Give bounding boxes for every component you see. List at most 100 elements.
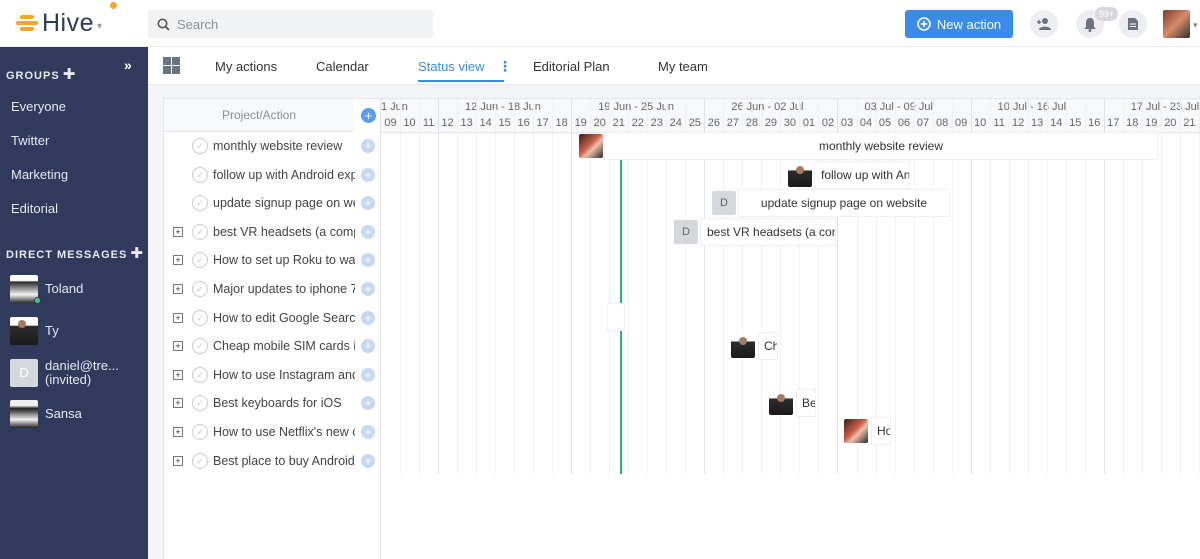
check-circle-icon[interactable]: ✓	[192, 223, 208, 240]
check-circle-icon[interactable]: ✓	[192, 138, 208, 154]
dm-sansa[interactable]: Sansa	[10, 400, 82, 428]
add-group-icon[interactable]: ✚	[63, 66, 77, 83]
action-bar[interactable]: best VR headsets (a comparison)	[701, 219, 835, 245]
action-title[interactable]: How to use Instagram and	[213, 368, 355, 382]
action-bar[interactable]: How to use Netflix	[872, 418, 890, 444]
table-row[interactable]: + ✓ How to set up Roku to watch +	[164, 246, 381, 274]
action-bar-marker[interactable]	[608, 304, 624, 330]
collapse-sidebar-icon[interactable]: »	[124, 57, 132, 73]
assignee-avatar[interactable]: D	[712, 191, 736, 215]
action-bar[interactable]: follow up with Android	[815, 162, 909, 188]
sidebar-item-everyone[interactable]: Everyone	[11, 99, 66, 114]
table-row[interactable]: + ✓ How to use Netflix's new offline +	[164, 418, 381, 446]
table-row[interactable]: + ✓ How to edit Google Search +	[164, 304, 381, 332]
add-action-icon[interactable]: +	[361, 108, 376, 123]
tab-calendar[interactable]: Calendar	[316, 59, 369, 74]
sidebar-item-editorial[interactable]: Editorial	[11, 201, 58, 216]
expand-icon[interactable]: +	[173, 427, 183, 437]
check-circle-icon[interactable]: ✓	[192, 166, 208, 183]
expand-icon[interactable]: +	[173, 284, 183, 294]
action-title[interactable]: Best place to buy Android	[213, 454, 355, 468]
action-title[interactable]: monthly website review	[213, 139, 355, 153]
action-bar[interactable]: Cheap mobile SIM cards	[759, 333, 777, 359]
assignee-avatar[interactable]: D	[674, 220, 698, 244]
assignee-avatar[interactable]	[769, 391, 793, 415]
action-title[interactable]: How to set up Roku to watch	[213, 253, 355, 267]
grid-icon[interactable]	[163, 57, 180, 74]
check-circle-icon[interactable]: ✓	[192, 452, 208, 469]
documents-button[interactable]	[1119, 10, 1147, 38]
chevron-down-icon[interactable]: ▾	[1193, 20, 1198, 31]
action-bar[interactable]: update signup page on website	[739, 190, 949, 216]
add-subaction-icon[interactable]: +	[361, 310, 375, 325]
add-subaction-icon[interactable]: +	[361, 253, 375, 268]
table-row[interactable]: + ✓ best VR headsets (a comparison) +	[164, 218, 381, 246]
tab-my-actions[interactable]: My actions	[215, 59, 277, 74]
table-row[interactable]: + ✓ Major updates to iphone 7 +	[164, 275, 381, 303]
action-bar[interactable]: Best keyboards for iOS	[797, 390, 815, 416]
add-subaction-icon[interactable]: +	[361, 425, 375, 439]
new-action-button[interactable]: New action	[905, 10, 1013, 38]
check-circle-icon[interactable]: ✓	[192, 195, 208, 212]
table-row[interactable]: + ✓ Cheap mobile SIM cards in +	[164, 332, 381, 360]
expand-icon[interactable]: +	[173, 369, 183, 380]
check-circle-icon[interactable]: ✓	[192, 395, 208, 412]
add-subaction-icon[interactable]: +	[361, 167, 375, 182]
search-input[interactable]	[177, 16, 417, 32]
sidebar-item-twitter[interactable]: Twitter	[11, 133, 49, 148]
tab-status-view[interactable]: Status view	[418, 59, 484, 74]
assignee-avatar[interactable]	[731, 334, 755, 358]
expand-icon[interactable]: +	[173, 255, 183, 266]
dm-daniel[interactable]: D daniel@tre... (invited)	[10, 359, 119, 387]
action-title[interactable]: best VR headsets (a comparison)	[213, 225, 355, 239]
add-subaction-icon[interactable]: +	[361, 396, 375, 411]
dm-name: Sansa	[45, 406, 82, 421]
check-circle-icon[interactable]: ✓	[192, 309, 208, 326]
action-title[interactable]: Cheap mobile SIM cards in	[213, 339, 355, 353]
assignee-avatar[interactable]	[579, 134, 603, 158]
sidebar-item-marketing[interactable]: Marketing	[11, 167, 68, 182]
action-title[interactable]: How to edit Google Search	[213, 311, 355, 325]
action-title[interactable]: How to use Netflix's new offline	[213, 425, 355, 439]
tab-options-icon[interactable]: ⋮	[498, 58, 512, 75]
add-user-button[interactable]	[1030, 10, 1058, 38]
table-row[interactable]: + ✓ How to use Instagram and +	[164, 361, 381, 389]
expand-icon[interactable]: +	[173, 398, 183, 409]
add-subaction-icon[interactable]: +	[361, 453, 375, 468]
action-title[interactable]: Major updates to iphone 7	[213, 282, 355, 296]
add-subaction-icon[interactable]: +	[361, 339, 375, 354]
hive-logo[interactable]: Hive ▾	[16, 9, 102, 37]
dm-toland[interactable]: Toland	[10, 275, 83, 304]
add-subaction-icon[interactable]: +	[361, 224, 375, 239]
user-avatar[interactable]	[1163, 10, 1190, 38]
assignee-avatar[interactable]	[788, 163, 812, 187]
table-row[interactable]: ✓ monthly website review +	[164, 132, 381, 160]
check-circle-icon[interactable]: ✓	[192, 281, 208, 297]
add-dm-icon[interactable]: ✚	[130, 245, 144, 262]
action-bar[interactable]: monthly website review	[605, 133, 1157, 159]
add-subaction-icon[interactable]: +	[361, 139, 375, 153]
add-subaction-icon[interactable]: +	[361, 282, 375, 296]
check-circle-icon[interactable]: ✓	[192, 338, 208, 355]
table-row[interactable]: ✓ follow up with Android experts +	[164, 161, 381, 189]
check-circle-icon[interactable]: ✓	[192, 252, 208, 269]
add-subaction-icon[interactable]: +	[361, 196, 375, 211]
expand-icon[interactable]: +	[173, 226, 183, 237]
dm-ty[interactable]: Ty	[10, 317, 59, 345]
table-row[interactable]: + ✓ Best keyboards for iOS +	[164, 389, 381, 417]
table-row[interactable]: ✓ update signup page on website +	[164, 189, 381, 217]
action-title[interactable]: follow up with Android experts	[213, 168, 355, 182]
search-bar[interactable]	[148, 10, 433, 38]
expand-icon[interactable]: +	[173, 341, 183, 352]
action-title[interactable]: Best keyboards for iOS	[213, 396, 355, 410]
expand-icon[interactable]: +	[173, 312, 183, 323]
add-subaction-icon[interactable]: +	[361, 367, 375, 382]
check-circle-icon[interactable]: ✓	[192, 366, 208, 383]
tab-editorial-plan[interactable]: Editorial Plan	[533, 59, 610, 74]
tab-my-team[interactable]: My team	[658, 59, 708, 74]
table-row[interactable]: + ✓ Best place to buy Android +	[164, 447, 381, 475]
expand-icon[interactable]: +	[173, 455, 183, 466]
assignee-avatar[interactable]	[844, 419, 868, 443]
action-title[interactable]: update signup page on website	[213, 196, 355, 210]
check-circle-icon[interactable]: ✓	[192, 424, 208, 440]
